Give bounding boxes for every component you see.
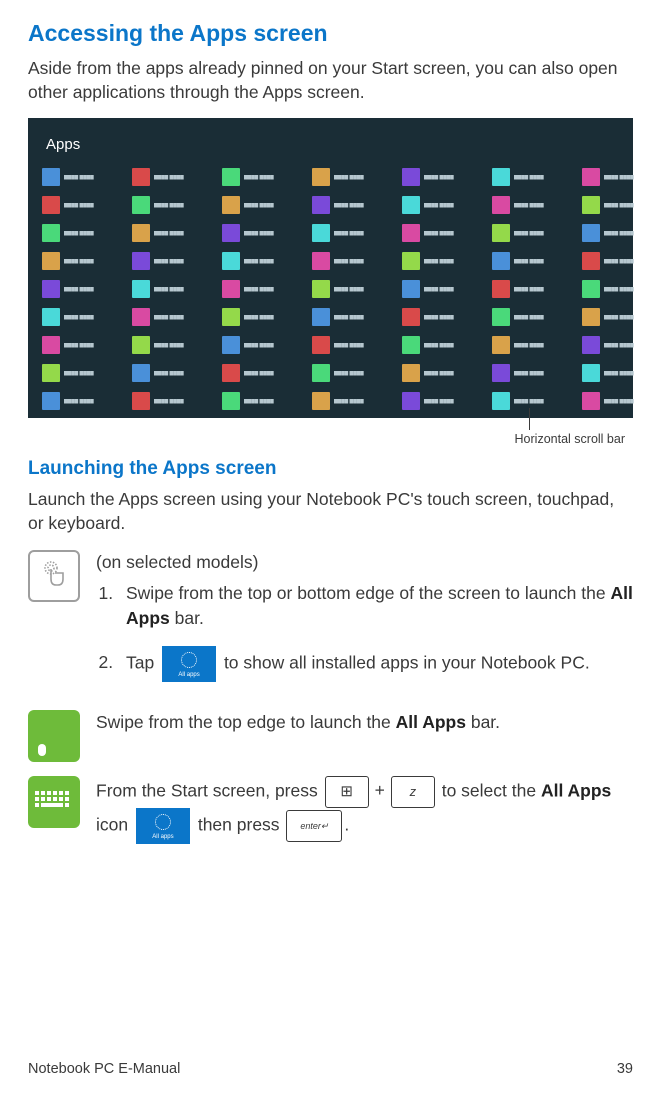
plus-sign: + xyxy=(375,780,385,800)
page-footer: Notebook PC E-Manual 39 xyxy=(28,1061,633,1077)
callout-line xyxy=(529,408,530,430)
windows-key-icon xyxy=(325,776,369,808)
touch-step-2: Tap All apps to show all installed apps … xyxy=(118,646,633,682)
all-apps-tile-icon: All apps xyxy=(136,808,190,844)
z-key-icon: z xyxy=(391,776,435,808)
accessing-intro: Aside from the apps already pinned on yo… xyxy=(28,57,633,104)
touchpad-instruction-body: Swipe from the top edge to launch the Al… xyxy=(96,710,633,735)
touch-instruction-body: (on selected models) Swipe from the top … xyxy=(96,550,633,696)
touchpad-instruction-row: Swipe from the top edge to launch the Al… xyxy=(28,710,633,762)
launching-intro: Launch the Apps screen using your Notebo… xyxy=(28,488,633,535)
accessing-heading: Accessing the Apps screen xyxy=(28,20,633,47)
page-number: 39 xyxy=(617,1061,633,1077)
all-apps-tile-icon: All apps xyxy=(162,646,216,682)
touch-note: (on selected models) xyxy=(96,552,258,572)
touch-step-1: Swipe from the top or bottom edge of the… xyxy=(118,581,633,632)
apps-grid: ████ ████████ ████████ ████████ ████████… xyxy=(42,165,625,413)
enter-key-icon xyxy=(286,810,342,842)
scroll-bar-label: Horizontal scroll bar xyxy=(515,432,625,446)
touch-instruction-row: (on selected models) Swipe from the top … xyxy=(28,550,633,696)
keyboard-instruction-row: From the Start screen, press +z to selec… xyxy=(28,776,633,844)
touchpad-icon xyxy=(28,710,80,762)
apps-screen-title: Apps xyxy=(46,136,625,153)
footer-title: Notebook PC E-Manual xyxy=(28,1061,180,1077)
touch-screen-icon xyxy=(28,550,80,602)
launching-heading: Launching the Apps screen xyxy=(28,458,633,480)
apps-screen: Apps ████ ████████ ████████ ████████ ███… xyxy=(28,118,633,418)
keyboard-instruction-body: From the Start screen, press +z to selec… xyxy=(96,776,633,844)
apps-screenshot-container: Apps ████ ████████ ████████ ████████ ███… xyxy=(28,118,633,418)
keyboard-icon xyxy=(28,776,80,828)
